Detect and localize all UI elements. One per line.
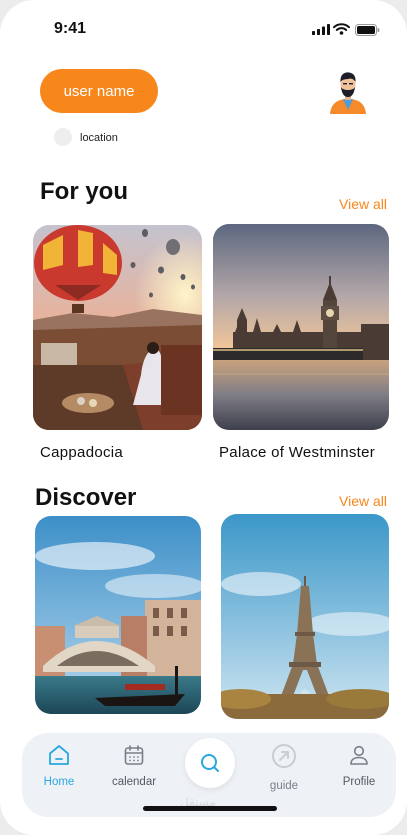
search-button[interactable] <box>185 738 235 788</box>
wifi-icon <box>333 23 350 35</box>
venice-card[interactable] <box>35 516 201 714</box>
nav-profile[interactable]: Profile <box>329 741 389 788</box>
cappadocia-caption[interactable]: Cappadocia <box>40 444 123 461</box>
user-name-label: user name <box>63 82 135 100</box>
compass-icon <box>272 744 296 768</box>
westminster-image <box>213 224 389 430</box>
signal-icon <box>312 24 330 35</box>
for-you-title: For you <box>40 178 128 205</box>
nav-home-label: Home <box>43 776 75 788</box>
westminster-caption[interactable]: Palace of Westminster <box>219 444 375 461</box>
cappadocia-card[interactable] <box>33 225 202 430</box>
cappadocia-image <box>33 225 202 430</box>
westminster-card[interactable] <box>213 224 389 430</box>
nav-guide-label: guide <box>269 780 299 792</box>
nav-guide[interactable]: guide <box>254 741 314 792</box>
nav-calendar[interactable]: calendar <box>104 741 164 788</box>
location-icon <box>54 128 72 146</box>
user-icon <box>350 745 368 765</box>
nav-calendar-label: calendar <box>111 776 157 788</box>
home-indicator <box>143 806 277 811</box>
discover-view-all-link[interactable]: View all <box>339 493 387 509</box>
nav-profile-label: Profile <box>342 776 376 788</box>
status-bar: 9:41 <box>0 0 407 56</box>
for-you-view-all-link[interactable]: View all <box>339 196 387 212</box>
nav-home[interactable]: Home <box>29 741 89 788</box>
home-icon <box>49 745 69 765</box>
location-label[interactable]: location <box>80 132 118 144</box>
search-icon <box>201 754 219 772</box>
user-name-button[interactable]: user name <box>40 69 158 113</box>
calendar-icon <box>124 745 144 765</box>
phone-screen: 9:41 user name location For you View all… <box>0 0 407 835</box>
eiffel-card[interactable] <box>221 514 389 719</box>
status-time: 9:41 <box>54 20 87 37</box>
venice-image <box>35 516 201 714</box>
discover-title: Discover <box>35 484 137 511</box>
battery-icon <box>355 24 380 36</box>
avatar[interactable] <box>326 70 370 114</box>
eiffel-image <box>221 514 389 719</box>
